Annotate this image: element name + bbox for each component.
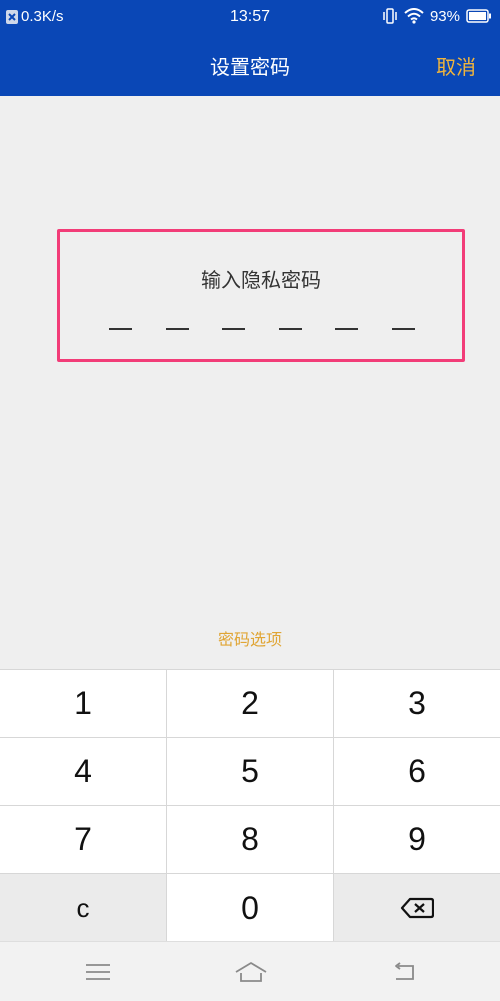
page-title: 设置密码: [210, 55, 290, 79]
key-9[interactable]: 9: [334, 806, 500, 873]
password-options-link[interactable]: 密码选项: [0, 626, 500, 650]
password-slots: [109, 328, 415, 330]
password-slot: [335, 328, 359, 330]
cancel-button[interactable]: 取消: [436, 51, 476, 80]
key-7[interactable]: 7: [0, 806, 167, 873]
vibrate-icon: [383, 8, 397, 24]
backspace-key[interactable]: [334, 874, 500, 942]
key-4[interactable]: 4: [0, 738, 167, 805]
wifi-icon: [404, 8, 424, 24]
title-bar: 设置密码 取消: [0, 34, 500, 96]
password-prompt: 输入隐私密码: [201, 268, 321, 292]
keypad-row: 4 5 6: [0, 738, 500, 806]
back-button[interactable]: [390, 960, 418, 984]
system-nav-bar: [0, 941, 500, 1001]
key-8[interactable]: 8: [167, 806, 334, 873]
password-entry-box: 输入隐私密码: [57, 229, 465, 362]
home-icon: [235, 962, 267, 982]
key-2[interactable]: 2: [167, 670, 334, 737]
password-slot: [278, 328, 302, 330]
password-slot: [109, 328, 132, 330]
status-right: 93%: [382, 7, 492, 25]
battery-percent: 93%: [429, 7, 460, 25]
keypad-row: c 0: [0, 874, 500, 942]
keypad-row: 1 2 3: [0, 670, 500, 738]
password-slot: [222, 328, 246, 330]
key-6[interactable]: 6: [334, 738, 500, 805]
menu-icon: [86, 964, 110, 980]
numeric-keypad: 1 2 3 4 5 6 7 8 9 c 0: [0, 669, 500, 942]
backspace-icon: [400, 897, 434, 919]
menu-button[interactable]: [84, 960, 112, 984]
key-5[interactable]: 5: [167, 738, 334, 805]
home-button[interactable]: [234, 960, 268, 984]
key-1[interactable]: 1: [0, 670, 167, 737]
password-slot: [165, 328, 189, 330]
key-clear[interactable]: c: [0, 874, 167, 942]
battery-icon: [466, 9, 491, 23]
password-slot: [391, 328, 415, 330]
status-bar: 0.3K/s 13:57 93%: [0, 0, 500, 34]
back-icon: [395, 962, 414, 980]
keypad-row: 7 8 9: [0, 806, 500, 874]
key-3[interactable]: 3: [334, 670, 500, 737]
key-0[interactable]: 0: [167, 874, 334, 942]
